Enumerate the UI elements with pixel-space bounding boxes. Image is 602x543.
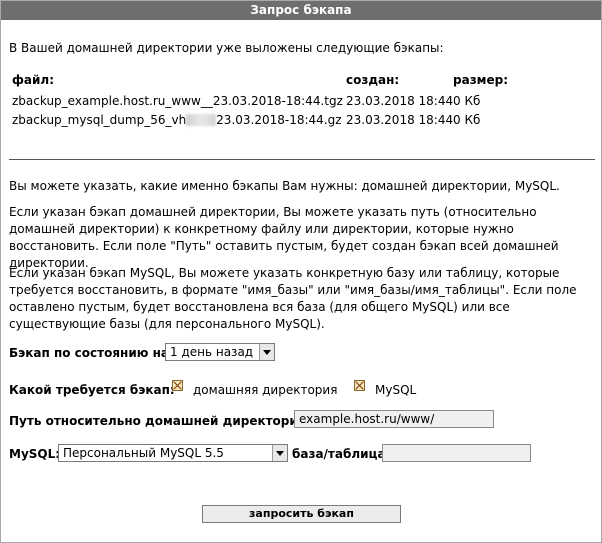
request-backup-button[interactable]: запросить бэкап (202, 505, 401, 523)
db-table-label: база/таблица: (292, 447, 391, 461)
header-size: размер: (453, 73, 508, 87)
state-select[interactable]: 1 день назад (165, 343, 275, 361)
state-label: Бэкап по состоянию на: (9, 346, 174, 360)
row-file-prefix: zbackup_mysql_dump_56_vh (12, 113, 187, 127)
header-file: файл: (12, 73, 54, 87)
panel-title: Запрос бэкапа (1, 1, 601, 20)
info-paragraph-3: Если указан бэкап MySQL, Вы можете указа… (9, 266, 577, 331)
row-created: 23.03.2018 18:44 (346, 94, 454, 108)
divider (9, 159, 595, 160)
mysql-select-value: Персональный MySQL 5.5 (63, 446, 224, 460)
intro-text: В Вашей домашней директории уже выложены… (9, 41, 444, 55)
info-paragraph-2: Если указан бэкап домашней директории, В… (9, 205, 559, 270)
row-size: 0 Кб (453, 94, 481, 108)
home-dir-checkbox-label: домашняя директория (193, 383, 338, 397)
mysql-checkbox-label: MySQL (375, 383, 417, 397)
db-table-input[interactable] (382, 444, 531, 462)
row-file: zbackup_example.host.ru_www__23.03.2018-… (12, 94, 343, 108)
chevron-down-icon (259, 344, 274, 360)
row-file-suffix: 23.03.2018-18:44.gz (216, 113, 342, 127)
row-created: 23.03.2018 18:44 (346, 113, 454, 127)
mysql-checkbox[interactable] (354, 380, 365, 391)
row-file: zbackup_mysql_dump_56_vh 23.03.2018-18:44… (12, 113, 342, 127)
state-select-value: 1 день назад (170, 345, 254, 359)
mysql-select[interactable]: Персональный MySQL 5.5 (58, 444, 288, 462)
path-label: Путь относительно домашней директории: (9, 414, 312, 428)
header-created: создан: (346, 73, 400, 87)
row-size: 0 Кб (453, 113, 481, 127)
redacted-blur (186, 114, 217, 126)
mysql-label: MySQL: (9, 447, 61, 461)
chevron-down-icon (272, 445, 287, 461)
home-dir-checkbox[interactable] (172, 380, 183, 391)
info-paragraph-1: Вы можете указать, какие именно бэкапы В… (9, 179, 560, 193)
path-input[interactable]: example.host.ru/www/ (294, 410, 494, 428)
backup-type-label: Какой требуется бэкап: (9, 383, 175, 397)
backup-request-panel: Запрос бэкапа В Вашей домашней директори… (0, 0, 602, 543)
